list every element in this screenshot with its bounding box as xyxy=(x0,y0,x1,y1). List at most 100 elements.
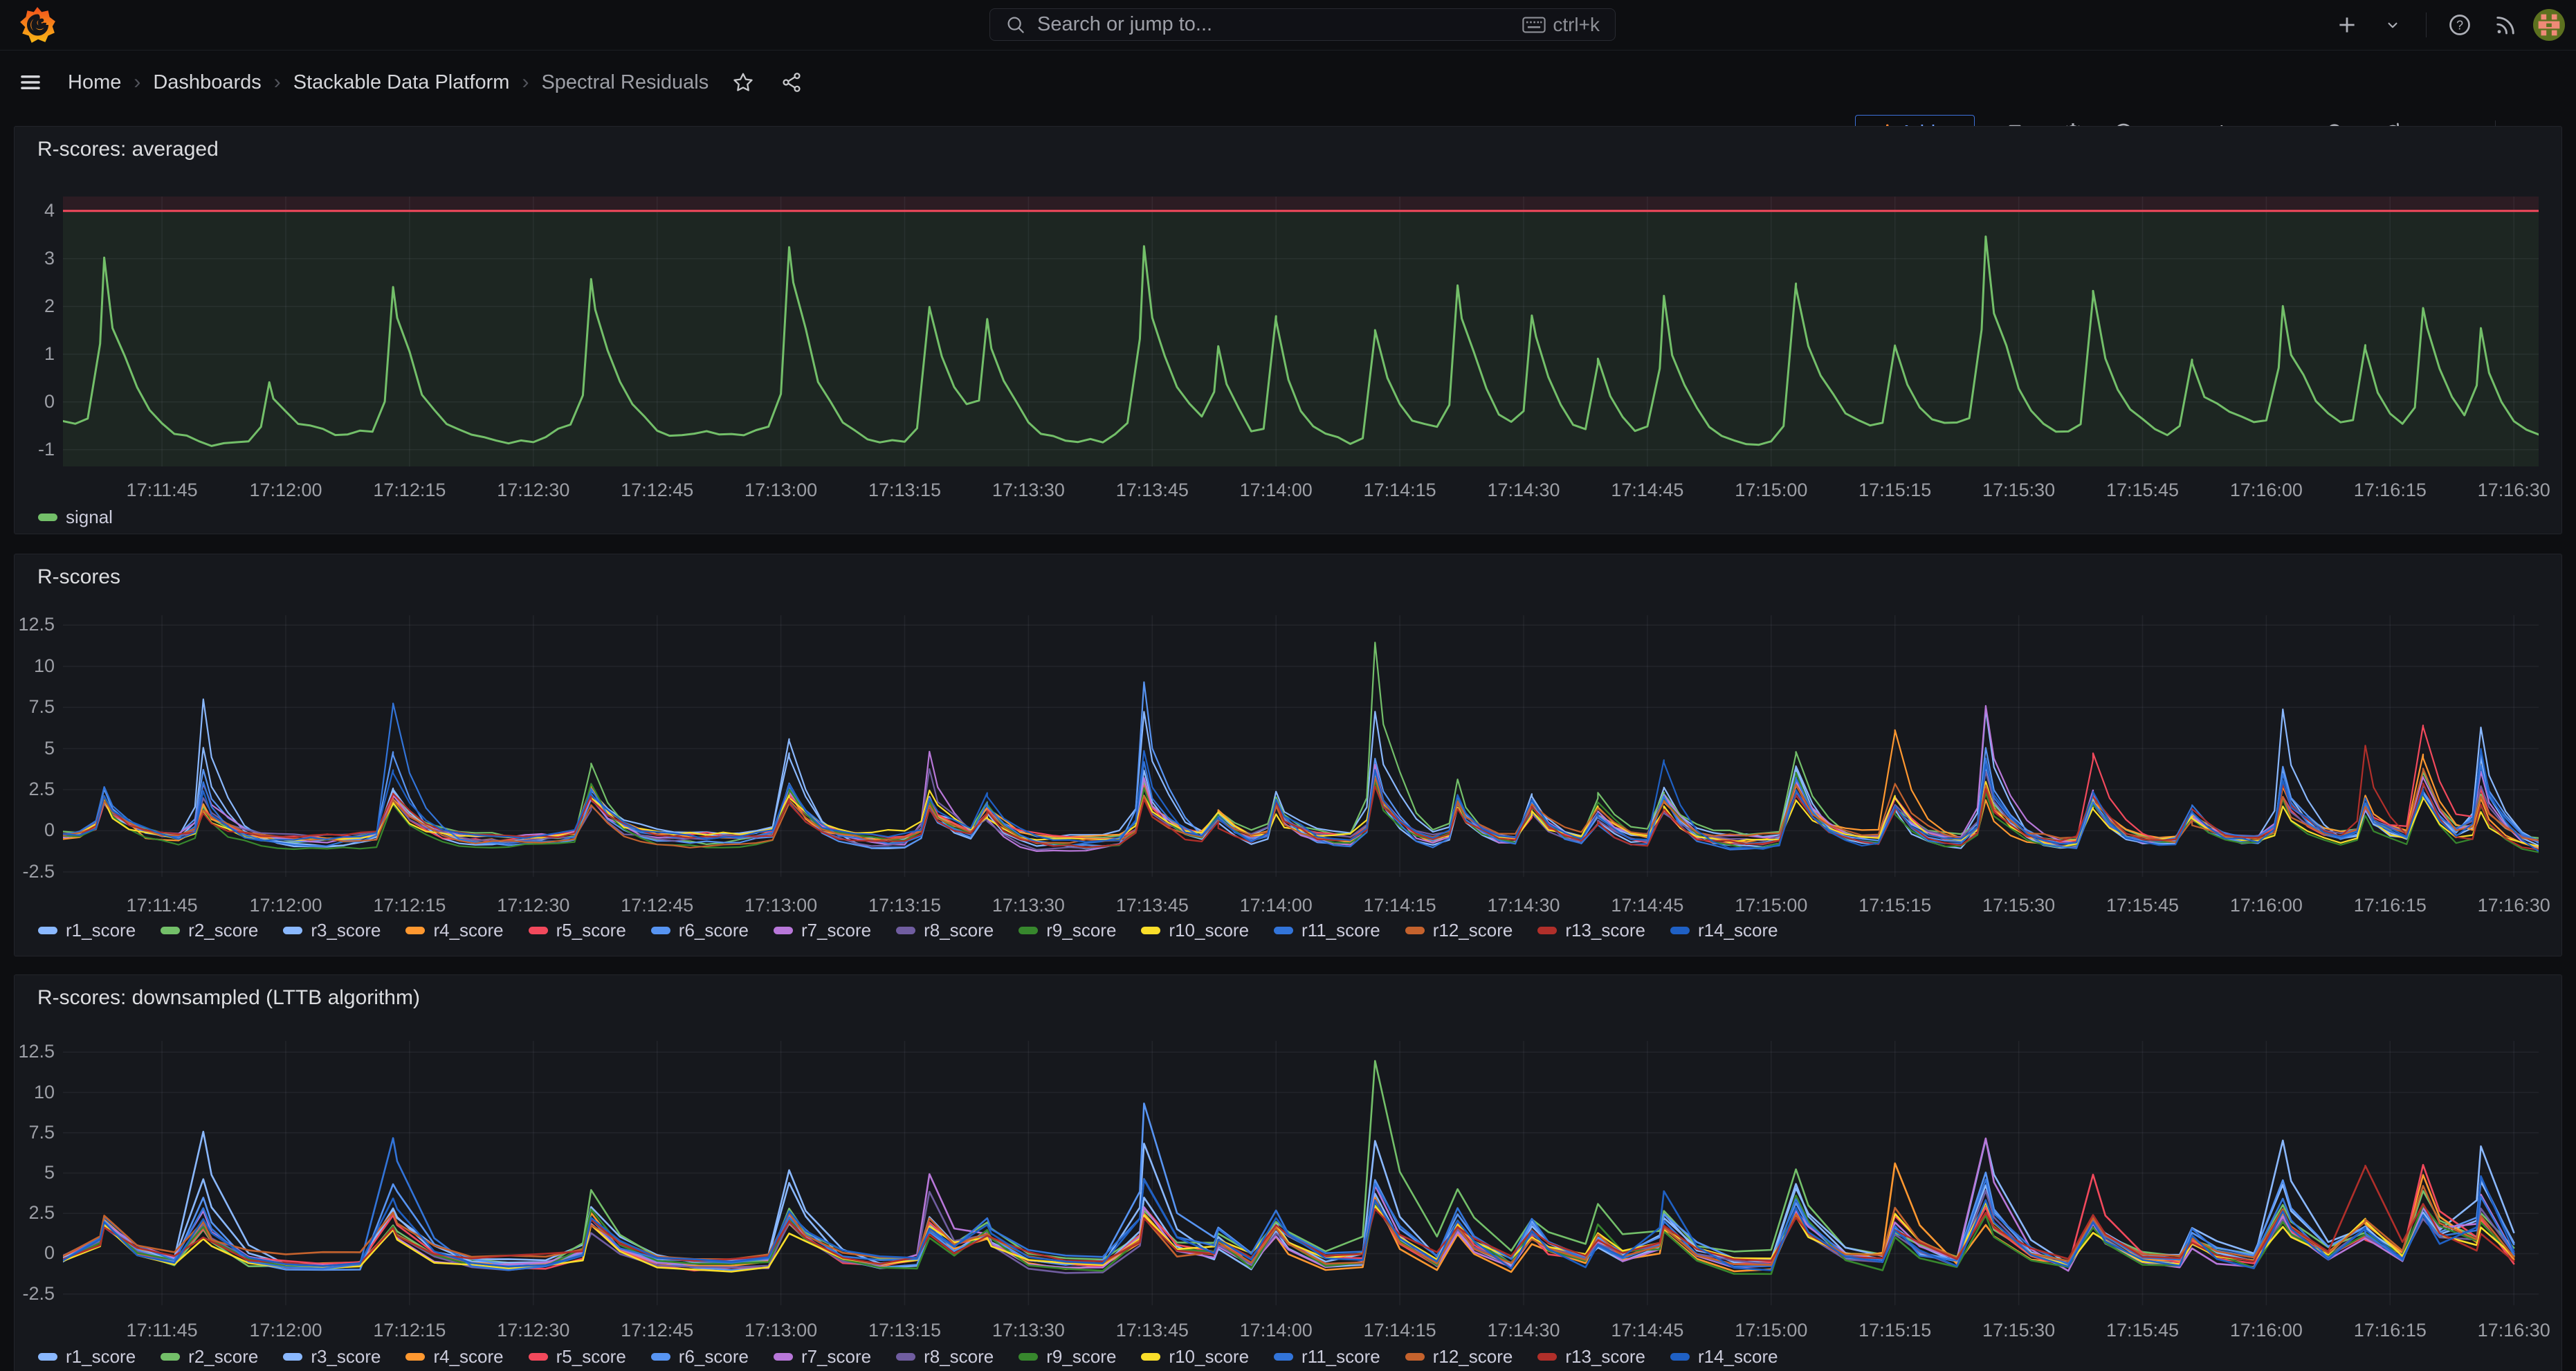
legend-item-r14_score[interactable]: r14_score xyxy=(1670,1346,1778,1368)
y-axis-tick-label: 2 xyxy=(0,296,55,317)
keyboard-icon xyxy=(1522,16,1546,34)
legend-item-r8_score[interactable]: r8_score xyxy=(896,920,994,941)
y-axis-tick-label: 5 xyxy=(0,1162,55,1183)
legend-swatch xyxy=(896,927,915,934)
x-axis-tick-label: 17:16:30 xyxy=(2458,1320,2569,1341)
help-icon[interactable]: ? xyxy=(2442,7,2478,43)
y-axis-tick-label: 10 xyxy=(0,1082,55,1103)
y-axis-tick-label: 4 xyxy=(0,200,55,221)
legend-item-r1_score[interactable]: r1_score xyxy=(38,1346,136,1368)
x-axis-tick-label: 17:14:15 xyxy=(1344,480,1455,501)
svg-text:?: ? xyxy=(2456,18,2463,32)
x-axis-tick-label: 17:16:00 xyxy=(2211,1320,2321,1341)
search-input[interactable]: Search or jump to... ctrl+k xyxy=(989,8,1616,41)
legend-item-r2_score[interactable]: r2_score xyxy=(161,1346,258,1368)
legend-item-r12_score[interactable]: r12_score xyxy=(1405,1346,1513,1368)
x-axis-tick-label: 17:12:00 xyxy=(230,895,341,916)
breadcrumb-folder[interactable]: Stackable Data Platform xyxy=(293,71,510,94)
grafana-dashboard: Search or jump to... ctrl+k ? xyxy=(0,0,2576,1371)
share-icon xyxy=(780,71,803,93)
x-axis-tick-label: 17:12:30 xyxy=(478,895,589,916)
x-axis-tick-label: 17:13:30 xyxy=(973,480,1084,501)
legend-item-r10_score[interactable]: r10_score xyxy=(1141,920,1249,941)
legend-swatch xyxy=(651,1353,670,1361)
breadcrumb-dashboards[interactable]: Dashboards xyxy=(153,71,261,94)
legend-item-r9_score[interactable]: r9_score xyxy=(1018,1346,1116,1368)
legend-label: r10_score xyxy=(1169,920,1249,941)
new-plus-button[interactable] xyxy=(2329,7,2365,43)
news-rss-icon[interactable] xyxy=(2487,7,2523,43)
legend-label: r11_score xyxy=(1301,920,1380,941)
legend-item-r3_score[interactable]: r3_score xyxy=(283,1346,381,1368)
x-axis-tick-label: 17:13:15 xyxy=(850,895,960,916)
x-axis-tick-label: 17:14:30 xyxy=(1468,1320,1579,1341)
legend-item-r3_score[interactable]: r3_score xyxy=(283,920,381,941)
legend-swatch xyxy=(283,927,302,934)
legend-item-r9_score[interactable]: r9_score xyxy=(1018,920,1116,941)
x-axis-tick-label: 17:15:30 xyxy=(1964,895,2074,916)
legend-item-r11_score[interactable]: r11_score xyxy=(1274,1346,1380,1368)
legend-item-r6_score[interactable]: r6_score xyxy=(651,1346,749,1368)
legend-label: r8_score xyxy=(924,1346,994,1368)
x-axis-tick-label: 17:12:15 xyxy=(354,895,465,916)
dashboard-subnav: Home › Dashboards › Stackable Data Platf… xyxy=(0,51,2576,114)
legend-item-r1_score[interactable]: r1_score xyxy=(38,920,136,941)
navbar-divider xyxy=(2426,12,2427,37)
star-icon xyxy=(732,71,754,93)
y-axis-tick-label: -1 xyxy=(0,439,55,460)
legend-item-r13_score[interactable]: r13_score xyxy=(1537,920,1645,941)
legend-item-signal[interactable]: signal xyxy=(38,507,113,528)
legend-item-r7_score[interactable]: r7_score xyxy=(774,920,871,941)
x-axis-tick-label: 17:12:30 xyxy=(478,480,589,501)
x-axis-tick-label: 17:14:30 xyxy=(1468,895,1579,916)
legend-item-r7_score[interactable]: r7_score xyxy=(774,1346,871,1368)
legend-swatch xyxy=(651,927,670,934)
grafana-logo[interactable] xyxy=(18,6,57,44)
y-axis-tick-label: 10 xyxy=(0,655,55,677)
legend-item-r11_score[interactable]: r11_score xyxy=(1274,920,1380,941)
legend-item-r4_score[interactable]: r4_score xyxy=(405,1346,503,1368)
chart-canvas[interactable] xyxy=(63,197,2539,466)
x-axis-tick-label: 17:13:00 xyxy=(726,1320,837,1341)
chart-legend: r1_score r2_score r3_score r4_score r5_score… xyxy=(38,1346,1778,1368)
threshold-region-above xyxy=(63,197,2539,211)
legend-item-r10_score[interactable]: r10_score xyxy=(1141,1346,1249,1368)
legend-label: r7_score xyxy=(801,1346,871,1368)
user-avatar[interactable] xyxy=(2533,9,2565,41)
x-axis-tick-label: 17:14:45 xyxy=(1592,1320,1703,1341)
series-line-r2_score xyxy=(63,642,2539,844)
x-axis-tick-label: 17:11:45 xyxy=(107,480,217,501)
legend-item-r5_score[interactable]: r5_score xyxy=(529,1346,626,1368)
chart-canvas[interactable] xyxy=(63,1041,2539,1305)
x-axis-tick-label: 17:13:15 xyxy=(850,1320,960,1341)
legend-item-r4_score[interactable]: r4_score xyxy=(405,920,503,941)
mega-menu-toggle[interactable] xyxy=(12,64,48,100)
x-axis-tick-label: 17:16:15 xyxy=(2335,480,2445,501)
top-navbar: Search or jump to... ctrl+k ? xyxy=(0,0,2576,51)
legend-label: r10_score xyxy=(1169,1346,1249,1368)
y-axis-tick-label: 0 xyxy=(0,391,55,412)
legend-item-r14_score[interactable]: r14_score xyxy=(1670,920,1778,941)
panel-title[interactable]: R-scores: downsampled (LTTB algorithm) xyxy=(37,986,420,1010)
x-axis-tick-label: 17:14:15 xyxy=(1344,1320,1455,1341)
legend-swatch xyxy=(1018,927,1038,934)
share-button[interactable] xyxy=(774,64,810,100)
chart-canvas[interactable] xyxy=(63,615,2539,877)
panel-title[interactable]: R-scores: averaged xyxy=(37,138,219,161)
x-axis-tick-label: 17:14:15 xyxy=(1344,895,1455,916)
legend-item-r2_score[interactable]: r2_score xyxy=(161,920,258,941)
legend-item-r6_score[interactable]: r6_score xyxy=(651,920,749,941)
x-axis-tick-label: 17:13:15 xyxy=(850,480,960,501)
legend-item-r5_score[interactable]: r5_score xyxy=(529,920,626,941)
panel-title[interactable]: R-scores xyxy=(37,565,120,589)
legend-item-r8_score[interactable]: r8_score xyxy=(896,1346,994,1368)
x-axis-tick-label: 17:12:30 xyxy=(478,1320,589,1341)
x-axis-tick-label: 17:12:00 xyxy=(230,1320,341,1341)
y-axis-tick-label: 12.5 xyxy=(0,1041,55,1062)
legend-swatch xyxy=(1405,927,1425,934)
favorite-star-button[interactable] xyxy=(725,64,761,100)
legend-item-r13_score[interactable]: r13_score xyxy=(1537,1346,1645,1368)
breadcrumb-home[interactable]: Home xyxy=(68,71,121,94)
legend-item-r12_score[interactable]: r12_score xyxy=(1405,920,1513,941)
new-chevron-down-icon[interactable] xyxy=(2375,7,2411,43)
